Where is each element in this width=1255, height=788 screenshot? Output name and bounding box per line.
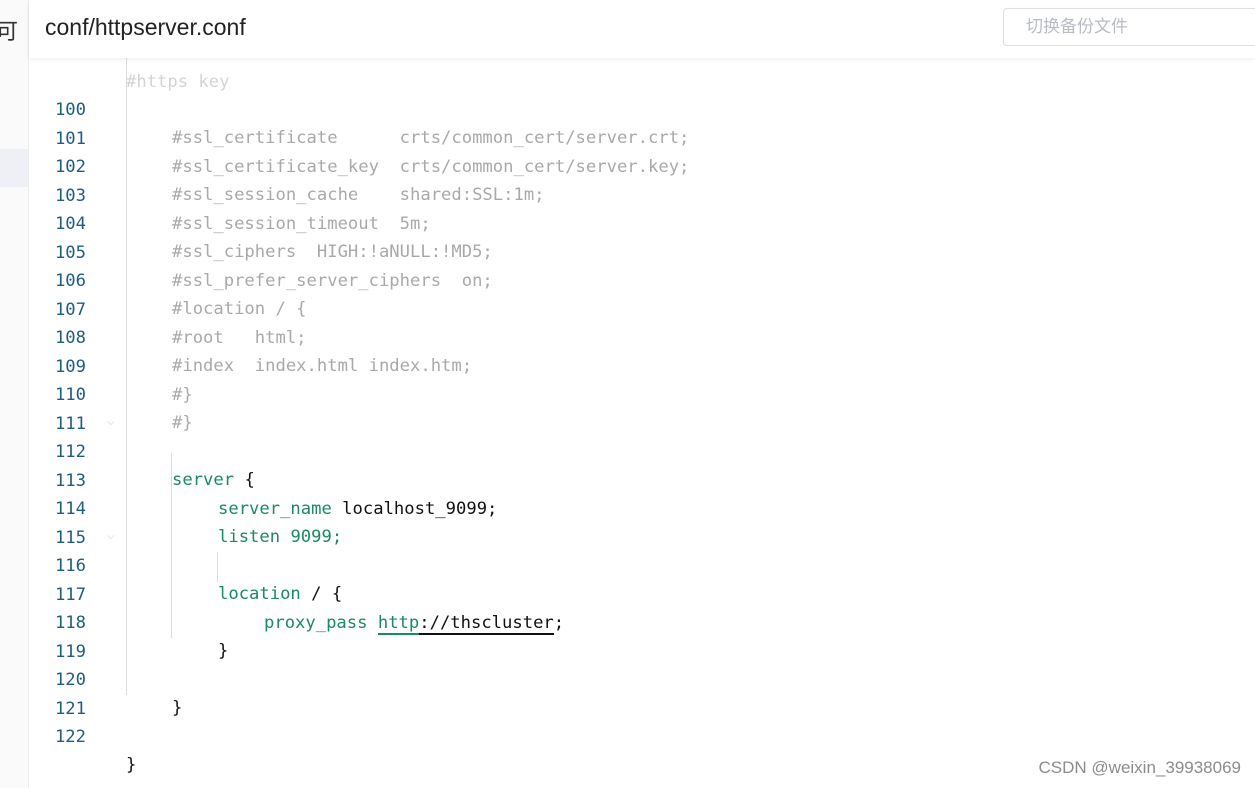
keyword: proxy_pass	[264, 612, 368, 633]
code-line: 105 #ssl_prefer_server_ciphers on;	[29, 211, 493, 291]
code-line: 122 }	[29, 695, 136, 775]
code-line: 117 proxy_pass http://thscluster;	[29, 553, 564, 635]
code-text: #index index.html index.htm;	[172, 356, 473, 376]
code-text: #ssl_session_cache shared:SSL:1m;	[172, 185, 545, 205]
code-line: 115	[29, 496, 86, 548]
code-line: 109 #}	[29, 325, 193, 405]
code-line: 107 #root html;	[29, 268, 307, 348]
code-text: }	[126, 755, 137, 775]
keyword: server	[172, 470, 235, 490]
code-line: 111	[29, 382, 86, 434]
code-line: 120 }	[29, 638, 182, 718]
code-editor[interactable]: #https key ⌵ ⌵ 100 #ssl_certificate crts…	[29, 40, 1255, 788]
code-line: 118 }	[29, 581, 228, 661]
keyword: location	[218, 584, 301, 604]
code-line: 101 #ssl_certificate_key crts/common_cer…	[29, 97, 689, 177]
fold-chevron-icon[interactable]: ⌵	[107, 417, 115, 428]
url-host-link[interactable]: ://thscluster	[419, 612, 554, 635]
code-line: 104 #ssl_ciphers HIGH:!aNULL:!MD5;	[29, 182, 493, 262]
indent-guide	[126, 55, 127, 695]
sidebar-selected-item[interactable]	[0, 149, 28, 187]
code-line: 103 #ssl_session_timeout 5m;	[29, 154, 431, 234]
code-text: #location / {	[172, 299, 307, 319]
code-line: 113 server_name localhost_9099;	[29, 439, 497, 519]
code-line: 102 #ssl_session_cache shared:SSL:1m;	[29, 125, 545, 205]
code-text: #}	[172, 384, 193, 405]
code-text: / {	[300, 584, 343, 604]
code-text: }	[172, 698, 183, 718]
file-path-title: conf/httpserver.conf	[45, 14, 246, 40]
code-line: 100 #ssl_certificate crts/common_cert/se…	[29, 68, 689, 148]
code-text: {	[234, 470, 255, 490]
code-text: }	[218, 641, 229, 661]
sidebar: 可	[0, 0, 29, 788]
code-line: 119	[29, 610, 86, 662]
indent-guide	[217, 552, 218, 582]
code-text: 9099;	[280, 527, 343, 547]
keyword: server_name	[218, 498, 332, 519]
code-line: 112 server {	[29, 410, 255, 490]
header: conf/httpserver.conf 切换备份文件	[29, 0, 1255, 58]
code-text: localhost_9099;	[331, 498, 498, 519]
code-line: 110 #}	[29, 353, 193, 433]
keyword: listen	[218, 527, 281, 547]
code-text: ;	[553, 612, 565, 633]
code-text: #ssl_session_timeout 5m;	[172, 213, 431, 234]
code-text: #ssl_certificate_key crts/common_cert/se…	[172, 156, 690, 177]
code-text: #}	[172, 413, 193, 433]
code-text: #ssl_certificate crts/common_cert/server…	[172, 128, 690, 148]
sidebar-glyph: 可	[0, 19, 19, 44]
code-line: 121	[29, 667, 86, 719]
code-line: 116 location / {	[29, 524, 342, 604]
code-text: #root html;	[172, 327, 307, 348]
code-line: 114 listen 9099;	[29, 467, 342, 547]
url-scheme-link[interactable]: http	[377, 612, 420, 635]
code-text: #ssl_prefer_server_ciphers on;	[172, 270, 493, 291]
code-line: 108 #index index.html index.htm;	[29, 296, 472, 376]
fold-chevron-icon[interactable]: ⌵	[107, 531, 115, 542]
code-text: #ssl_ciphers HIGH:!aNULL:!MD5;	[172, 242, 493, 262]
line-number: 122	[54, 727, 86, 747]
switch-backup-file-select[interactable]: 切换备份文件	[1003, 8, 1255, 46]
watermark: CSDN @weixin_39938069	[1038, 758, 1241, 777]
code-line: 106 #location / {	[29, 239, 307, 319]
